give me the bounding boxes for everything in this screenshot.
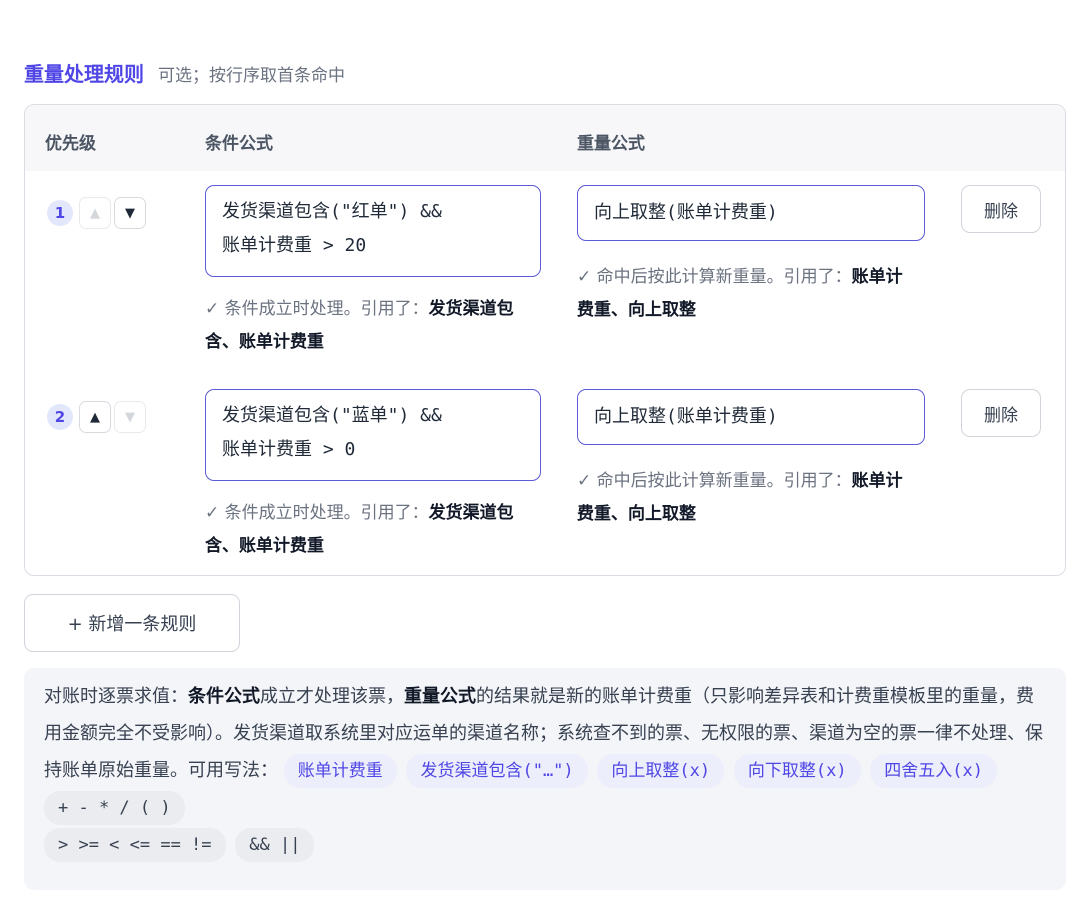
weight-formula-text: 向上取整(账单计费重) bbox=[594, 406, 778, 427]
section-subtitle: 可选；按行序取首条命中 bbox=[158, 66, 345, 86]
syntax-chip: 向上取整(x) bbox=[597, 754, 725, 788]
column-weight: 重量公式 bbox=[577, 134, 645, 154]
move-up-button[interactable]: ▲ bbox=[79, 401, 111, 433]
syntax-chip: 向下取整(x) bbox=[733, 754, 861, 788]
note-text: 对账时逐票求值： bbox=[44, 686, 188, 707]
condition-hint-text: ✓ 条件成立时处理。引用了： bbox=[205, 503, 429, 523]
weight-hint-text: ✓ 命中后按此计算新重量。引用了： bbox=[577, 471, 852, 491]
table-header: 优先级 条件公式 重量公式 bbox=[25, 105, 1065, 171]
note-emphasis: 条件公式 bbox=[188, 686, 260, 707]
move-down-button[interactable]: ▼ bbox=[114, 401, 146, 433]
rules-table: 优先级 条件公式 重量公式 1 ▲ ▼ 发货渠道包含("红单") && 账单计费… bbox=[24, 104, 1066, 576]
weight-hint: ✓ 命中后按此计算新重量。引用了：账单计费重、向上取整 bbox=[577, 465, 907, 531]
priority-badge: 1 bbox=[47, 200, 73, 226]
priority-cell: 1 ▲ ▼ bbox=[47, 197, 146, 229]
column-condition: 条件公式 bbox=[205, 134, 273, 154]
operator-chip: && || bbox=[235, 828, 315, 862]
delete-rule-button[interactable]: 删除 bbox=[961, 389, 1041, 437]
note-emphasis: 重量公式 bbox=[404, 686, 476, 707]
priority-badge: 2 bbox=[47, 404, 73, 430]
move-down-button[interactable]: ▼ bbox=[114, 197, 146, 229]
syntax-chip: 四舍五入(x) bbox=[870, 754, 998, 788]
delete-rule-button[interactable]: 删除 bbox=[961, 185, 1041, 233]
syntax-chip: 发货渠道包含("…") bbox=[406, 754, 588, 788]
note-text: 成立才处理该票， bbox=[260, 686, 404, 707]
condition-hint: ✓ 条件成立时处理。引用了：发货渠道包含、账单计费重 bbox=[205, 293, 545, 359]
condition-line: 账单计费重 > 20 bbox=[222, 235, 367, 256]
move-up-button[interactable]: ▲ bbox=[79, 197, 111, 229]
condition-formula-input[interactable]: 发货渠道包含("蓝单") && 账单计费重 > 0 bbox=[205, 389, 541, 481]
section-header: 重量处理规则 可选；按行序取首条命中 bbox=[24, 58, 345, 87]
operator-chip: + - * / ( ) bbox=[44, 791, 185, 825]
column-priority: 优先级 bbox=[45, 134, 96, 154]
operator-chip: > >= < <= == != bbox=[44, 828, 226, 862]
condition-formula-input[interactable]: 发货渠道包含("红单") && 账单计费重 > 20 bbox=[205, 185, 541, 277]
add-rule-button[interactable]: + 新增一条规则 bbox=[24, 594, 240, 652]
condition-hint: ✓ 条件成立时处理。引用了：发货渠道包含、账单计费重 bbox=[205, 497, 545, 563]
condition-hint-text: ✓ 条件成立时处理。引用了： bbox=[205, 299, 429, 319]
weight-formula-input[interactable]: 向上取整(账单计费重) bbox=[577, 389, 925, 445]
weight-hint-text: ✓ 命中后按此计算新重量。引用了： bbox=[577, 267, 852, 287]
weight-hint: ✓ 命中后按此计算新重量。引用了：账单计费重、向上取整 bbox=[577, 261, 907, 327]
syntax-chip: 账单计费重 bbox=[283, 754, 397, 788]
help-note: 对账时逐票求值：条件公式成立才处理该票，重量公式的结果就是新的账单计费重（只影响… bbox=[24, 668, 1066, 890]
section-title: 重量处理规则 bbox=[24, 62, 144, 86]
condition-line: 账单计费重 > 0 bbox=[222, 439, 356, 460]
condition-line: 发货渠道包含("蓝单") && bbox=[222, 405, 442, 426]
weight-formula-input[interactable]: 向上取整(账单计费重) bbox=[577, 185, 925, 241]
priority-cell: 2 ▲ ▼ bbox=[47, 401, 146, 433]
condition-line: 发货渠道包含("红单") && bbox=[222, 201, 442, 222]
weight-formula-text: 向上取整(账单计费重) bbox=[594, 202, 778, 223]
